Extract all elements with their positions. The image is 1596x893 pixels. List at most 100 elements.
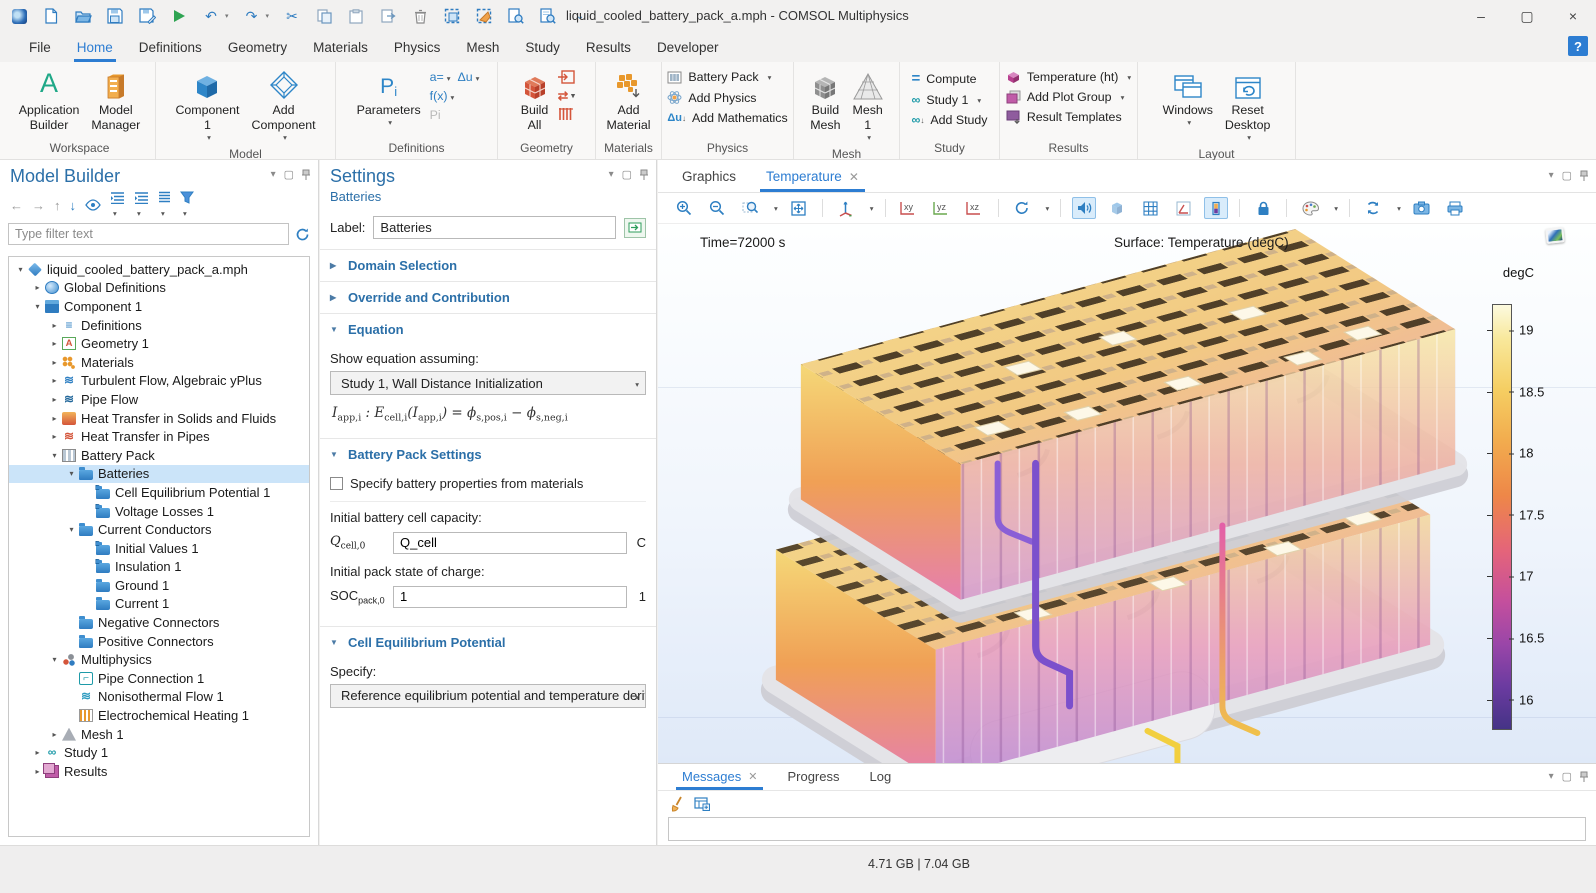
select-box-icon[interactable] (443, 7, 461, 25)
help-button[interactable]: ? (1568, 36, 1588, 56)
tree-item[interactable]: ▸Pipe Flow (9, 390, 309, 409)
temperature-plot-button[interactable]: Temperature (ht)▾ (1006, 70, 1131, 84)
tree-item[interactable]: ▾Batteries (9, 465, 309, 484)
tree-item[interactable]: Pipe Connection 1 (9, 669, 309, 688)
panel-menu-icon[interactable]: ▾ (1549, 771, 1554, 782)
dropdown-arrow-icon[interactable]: ▾ (870, 204, 874, 213)
refresh-filter-icon[interactable] (295, 227, 310, 242)
application-builder-button[interactable]: A Application Builder (14, 64, 85, 136)
save-icon[interactable] (106, 7, 124, 25)
float-panel-icon[interactable]: ▢ (284, 168, 294, 181)
study1-button[interactable]: ∞ Study 1▾ (911, 93, 987, 107)
collapse-node-icon[interactable]: ▾ (13, 265, 28, 274)
run-icon[interactable] (170, 7, 188, 25)
tab-log[interactable]: Log (868, 765, 894, 790)
section-equation[interactable]: ▼ Equation (320, 313, 656, 345)
redo-dropdown-icon[interactable]: ▾ (266, 12, 270, 20)
axes-icon[interactable] (1171, 197, 1195, 219)
pin-icon[interactable] (302, 169, 310, 180)
tree-item[interactable]: ▾liquid_cooled_battery_pack_a.mph (9, 260, 309, 279)
tree-item[interactable]: ▸Geometry 1 (9, 334, 309, 353)
messages-output[interactable] (668, 817, 1586, 841)
grid-icon[interactable] (1138, 197, 1162, 219)
pin-icon[interactable] (640, 169, 648, 180)
rebuild-icon[interactable]: ⇄▾ (557, 88, 575, 103)
collapse-node-icon[interactable]: ▾ (64, 469, 79, 478)
close-tab-icon[interactable]: ✕ (849, 170, 859, 184)
equation-assumption-select[interactable]: Study 1, Wall Distance Initialization ▾ (330, 371, 646, 395)
add-material-button[interactable]: Add Material (601, 64, 655, 136)
view-yz-icon[interactable]: yz (930, 197, 954, 219)
expand-node-icon[interactable]: ▸ (47, 376, 62, 385)
add-plot-group-button[interactable]: Add Plot Group▾ (1006, 90, 1131, 104)
add-study-button[interactable]: ∞↓ Add Study (911, 113, 987, 127)
tree-item[interactable]: Negative Connectors (9, 613, 309, 632)
import-geometry-icon[interactable] (557, 70, 575, 84)
parameters-button[interactable]: Pi Parameters▾ (352, 64, 426, 130)
section-battery-pack-settings[interactable]: ▼ Battery Pack Settings (320, 438, 656, 470)
zoom-extents-icon[interactable] (787, 197, 811, 219)
view-xy-icon[interactable]: xy (897, 197, 921, 219)
tree-item[interactable]: ▸Mesh 1 (9, 725, 309, 744)
tree-item[interactable]: ▸Definitions (9, 316, 309, 335)
menu-geometry[interactable]: Geometry (215, 32, 300, 62)
rename-icon[interactable] (624, 218, 646, 238)
tab-messages[interactable]: Messages✕ (680, 765, 759, 790)
collapse-node-icon[interactable]: ▾ (64, 525, 79, 534)
scene-light-icon[interactable] (1072, 197, 1096, 219)
tree-item[interactable]: ▸Turbulent Flow, Algebraic yPlus (9, 372, 309, 391)
collapse-node-icon[interactable]: ▾ (47, 451, 62, 460)
tree-item[interactable]: DCell Equilibrium Potential 1 (9, 483, 309, 502)
expand-node-icon[interactable]: ▸ (47, 432, 62, 441)
expand-node-icon[interactable]: ▸ (47, 358, 62, 367)
expand-node-icon[interactable]: ▸ (47, 414, 62, 423)
soc-input[interactable] (393, 586, 627, 608)
mesh1-button[interactable]: Mesh 1▾ (848, 64, 888, 145)
tab-graphics[interactable]: Graphics (680, 163, 738, 192)
close-tab-icon[interactable]: ✕ (748, 770, 757, 783)
update-plot-icon[interactable] (1361, 197, 1385, 219)
show-icon[interactable] (85, 199, 101, 211)
label-input[interactable] (373, 216, 616, 239)
menu-file[interactable]: File (16, 32, 64, 62)
component-button[interactable]: Component 1▾ (170, 64, 244, 145)
build-all-button[interactable]: Build All (516, 64, 554, 136)
tree-item[interactable]: ▸Materials (9, 353, 309, 372)
tree-item[interactable]: DVoltage Losses 1 (9, 502, 309, 521)
panel-menu-icon[interactable]: ▾ (609, 169, 614, 180)
panel-menu-icon[interactable]: ▾ (1549, 170, 1554, 181)
tree-item[interactable]: ▾Multiphysics (9, 650, 309, 669)
close-button[interactable]: × (1550, 0, 1596, 32)
dropdown-arrow-icon[interactable]: ▾ (1334, 204, 1338, 213)
zoom-out-icon[interactable] (705, 197, 729, 219)
panel-menu-icon[interactable]: ▾ (271, 169, 276, 180)
tab-temperature[interactable]: Temperature✕ (764, 163, 861, 192)
result-templates-button[interactable]: Result Templates (1006, 110, 1131, 124)
expand-node-icon[interactable]: ▸ (30, 283, 45, 292)
go-to-default-view-icon[interactable] (834, 197, 858, 219)
tree-item[interactable]: Nonisothermal Flow 1 (9, 688, 309, 707)
color-legend-icon[interactable] (1204, 197, 1228, 219)
dropdown-arrow-icon[interactable]: ▾ (1397, 204, 1401, 213)
tree-item[interactable]: ▾Current Conductors (9, 520, 309, 539)
menu-home[interactable]: Home (64, 32, 126, 62)
menu-mesh[interactable]: Mesh (453, 32, 512, 62)
section-cell-equilibrium-potential[interactable]: ▼ Cell Equilibrium Potential (320, 626, 656, 658)
copy-table-icon[interactable] (694, 797, 710, 811)
tree-filter-input[interactable] (8, 223, 289, 245)
redo-icon[interactable]: ↷ (243, 7, 261, 25)
tab-progress[interactable]: Progress (785, 765, 841, 790)
section-override[interactable]: ▶ Override and Contribution (320, 281, 656, 313)
expand-node-icon[interactable]: ▸ (30, 748, 45, 757)
new-file-icon[interactable] (42, 7, 60, 25)
tree-item[interactable]: ▸Results (9, 762, 309, 781)
clear-messages-icon[interactable] (670, 796, 684, 812)
minimize-button[interactable]: – (1458, 0, 1504, 32)
cut-icon[interactable]: ✂ (283, 7, 301, 25)
add-mathematics-button[interactable]: Δu↓ Add Mathematics (667, 111, 787, 125)
pin-icon[interactable] (1580, 170, 1588, 181)
menu-physics[interactable]: Physics (381, 32, 454, 62)
capacity-input[interactable] (393, 532, 627, 554)
specify-from-materials-checkbox[interactable] (330, 477, 343, 490)
tree-item[interactable]: DInsulation 1 (9, 558, 309, 577)
